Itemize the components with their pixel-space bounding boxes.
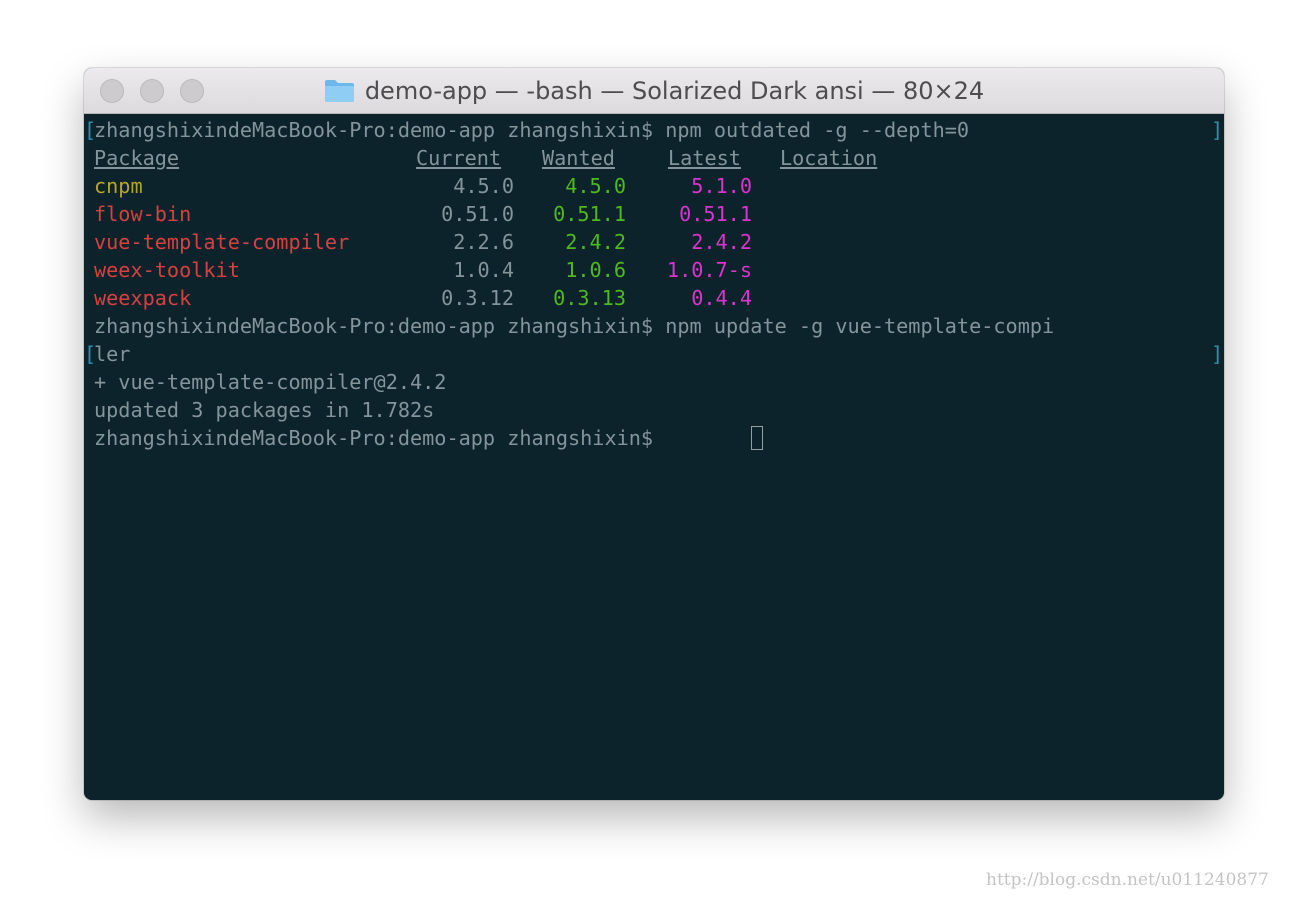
prompt-text: zhangshixindeMacBook-Pro:demo-app zhangs… (94, 314, 1055, 338)
right-bracket: ] (1211, 118, 1224, 142)
current-version: 2.2.6 (453, 230, 514, 254)
latest-version: 1.0.7-s (666, 258, 752, 282)
table-row: cnpm 4.5.0 4.5.0 5.1.0 (84, 172, 1224, 200)
header-current: Current (416, 146, 502, 170)
latest-version: 0.4.4 (691, 286, 752, 310)
header-latest: Latest (668, 146, 741, 170)
watermark: http://blog.csdn.net/u011240877 (986, 870, 1269, 890)
output-line: + vue-template-compiler@2.4.2 (84, 368, 1224, 396)
package-name: flow-bin (94, 202, 192, 226)
header-location: Location (780, 146, 878, 170)
wanted-version: 0.51.1 (553, 202, 626, 226)
current-version: 0.3.12 (441, 286, 514, 310)
folder-icon (324, 80, 354, 102)
wanted-version: 4.5.0 (565, 174, 626, 198)
window-title-group: demo-app — -bash — Solarized Dark ansi —… (84, 68, 1224, 113)
prompt-text: zhangshixindeMacBook-Pro:demo-app zhangs… (94, 426, 654, 450)
current-version: 4.5.0 (453, 174, 514, 198)
table-row: weex-toolkit 1.0.4 1.0.6 1.0.7-s (84, 256, 1224, 284)
header-wanted: Wanted (542, 146, 615, 170)
table-row: weexpack 0.3.12 0.3.13 0.4.4 (84, 284, 1224, 312)
command-line-update: zhangshixindeMacBook-Pro:demo-app zhangs… (84, 312, 1224, 340)
package-name: weexpack (94, 286, 192, 310)
current-version: 0.51.0 (441, 202, 514, 226)
current-version: 1.0.4 (453, 258, 514, 282)
command-line-wrap: [ ler ] (84, 340, 1224, 368)
wanted-version: 1.0.6 (565, 258, 626, 282)
wrapped-text: ler (94, 342, 131, 366)
table-header: Package Current Wanted Latest Location (84, 144, 1224, 172)
update-summary: updated 3 packages in 1.782s (94, 398, 435, 422)
table-row: vue-template-compiler 2.2.6 2.4.2 2.4.2 (84, 228, 1224, 256)
command-line-outdated: [ zhangshixindeMacBook-Pro:demo-app zhan… (84, 116, 1224, 144)
package-name: cnpm (94, 174, 143, 198)
latest-version: 5.1.0 (691, 174, 752, 198)
package-name: vue-template-compiler (94, 230, 350, 254)
output-line: updated 3 packages in 1.782s (84, 396, 1224, 424)
latest-version: 2.4.2 (691, 230, 752, 254)
window-title: demo-app — -bash — Solarized Dark ansi —… (364, 76, 985, 105)
terminal-window: demo-app — -bash — Solarized Dark ansi —… (84, 68, 1224, 800)
installed-package: + vue-template-compiler@2.4.2 (94, 370, 447, 394)
right-bracket: ] (1211, 342, 1224, 366)
text-cursor (751, 426, 763, 450)
title-bar[interactable]: demo-app — -bash — Solarized Dark ansi —… (84, 68, 1224, 114)
header-package: Package (94, 146, 180, 170)
wanted-version: 0.3.13 (553, 286, 626, 310)
latest-version: 0.51.1 (679, 202, 752, 226)
terminal-output[interactable]: [ zhangshixindeMacBook-Pro:demo-app zhan… (84, 114, 1224, 800)
command-prompt[interactable]: zhangshixindeMacBook-Pro:demo-app zhangs… (84, 424, 1224, 452)
prompt-text: zhangshixindeMacBook-Pro:demo-app zhangs… (94, 118, 970, 142)
table-row: flow-bin 0.51.0 0.51.1 0.51.1 (84, 200, 1224, 228)
package-name: weex-toolkit (94, 258, 240, 282)
wanted-version: 2.4.2 (565, 230, 626, 254)
